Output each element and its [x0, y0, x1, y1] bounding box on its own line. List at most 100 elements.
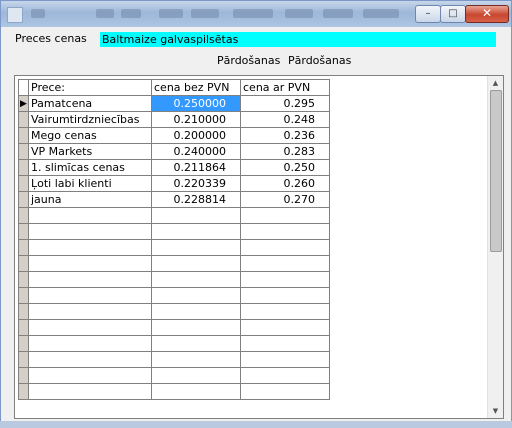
vertical-scrollbar[interactable]: ▲ ▼	[487, 76, 503, 418]
cell-gross-price[interactable]	[240, 383, 330, 400]
cell-prece[interactable]	[28, 255, 152, 272]
row-indicator[interactable]	[18, 367, 29, 384]
cell-prece[interactable]	[28, 351, 152, 368]
cell-prece[interactable]	[28, 383, 152, 400]
empty-row[interactable]	[18, 303, 330, 320]
cell-prece[interactable]	[28, 239, 152, 256]
cell-net-price[interactable]: 0.211864	[151, 159, 241, 176]
product-name-field[interactable]: Baltmaize galvaspilsētas	[100, 32, 496, 47]
cell-net-price[interactable]	[151, 383, 241, 400]
cell-net-price[interactable]: 0.220339	[151, 175, 241, 192]
cell-gross-price[interactable]: 0.295	[240, 95, 330, 112]
row-indicator[interactable]	[18, 111, 29, 128]
cell-net-price[interactable]	[151, 319, 241, 336]
cell-prece[interactable]	[28, 271, 152, 288]
cell-prece[interactable]	[28, 223, 152, 240]
cell-net-price[interactable]	[151, 335, 241, 352]
table-row[interactable]: 1. slimīcas cenas 0.211864 0.250	[18, 159, 330, 176]
row-indicator[interactable]	[18, 383, 29, 400]
row-indicator[interactable]	[18, 303, 29, 320]
cell-gross-price[interactable]	[240, 239, 330, 256]
table-row[interactable]: ▶ Pamatcena 0.250000 0.295	[18, 95, 330, 112]
cell-net-price[interactable]	[151, 287, 241, 304]
row-indicator[interactable]	[18, 287, 29, 304]
empty-row[interactable]	[18, 335, 330, 352]
cell-prece[interactable]: Ļoti labi klienti	[28, 175, 152, 192]
empty-row[interactable]	[18, 223, 330, 240]
cell-prece[interactable]: Mego cenas	[28, 127, 152, 144]
empty-row[interactable]	[18, 287, 330, 304]
cell-prece[interactable]: 1. slimīcas cenas	[28, 159, 152, 176]
cell-prece[interactable]: VP Markets	[28, 143, 152, 160]
table-row[interactable]: Vairumtirdzniecības 0.210000 0.248	[18, 111, 330, 128]
cell-gross-price[interactable]: 0.250	[240, 159, 330, 176]
empty-row[interactable]	[18, 239, 330, 256]
table-row[interactable]: Ļoti labi klienti 0.220339 0.260	[18, 175, 330, 192]
cell-net-price[interactable]	[151, 239, 241, 256]
row-indicator[interactable]	[18, 255, 29, 272]
cell-gross-price[interactable]	[240, 351, 330, 368]
minimize-button[interactable]: –	[415, 5, 441, 23]
empty-row[interactable]	[18, 271, 330, 288]
row-indicator[interactable]	[18, 319, 29, 336]
row-indicator[interactable]	[18, 127, 29, 144]
row-indicator[interactable]	[18, 351, 29, 368]
cell-gross-price[interactable]	[240, 287, 330, 304]
cell-gross-price[interactable]: 0.270	[240, 191, 330, 208]
table-row[interactable]: VP Markets 0.240000 0.283	[18, 143, 330, 160]
cell-gross-price[interactable]	[240, 223, 330, 240]
title-bar[interactable]: – □ ✕	[1, 1, 511, 27]
empty-row[interactable]	[18, 207, 330, 224]
column-header-gross[interactable]: cena ar PVN	[240, 79, 330, 96]
cell-net-price[interactable]: 0.210000	[151, 111, 241, 128]
cell-gross-price[interactable]	[240, 303, 330, 320]
cell-net-price[interactable]	[151, 255, 241, 272]
cell-prece[interactable]: Pamatcena	[28, 95, 152, 112]
row-indicator[interactable]	[18, 239, 29, 256]
cell-prece[interactable]	[28, 287, 152, 304]
empty-row[interactable]	[18, 319, 330, 336]
cell-net-price[interactable]: 0.228814	[151, 191, 241, 208]
cell-gross-price[interactable]	[240, 207, 330, 224]
cell-gross-price[interactable]: 0.248	[240, 111, 330, 128]
row-indicator[interactable]	[18, 271, 29, 288]
close-button[interactable]: ✕	[465, 5, 509, 23]
column-header-net[interactable]: cena bez PVN	[151, 79, 241, 96]
empty-row[interactable]	[18, 383, 330, 400]
row-indicator[interactable]: ▶	[18, 95, 29, 112]
cell-gross-price[interactable]: 0.236	[240, 127, 330, 144]
cell-prece[interactable]	[28, 303, 152, 320]
cell-net-price[interactable]: 0.200000	[151, 127, 241, 144]
cell-gross-price[interactable]	[240, 271, 330, 288]
cell-gross-price[interactable]	[240, 335, 330, 352]
cell-gross-price[interactable]	[240, 319, 330, 336]
cell-gross-price[interactable]: 0.283	[240, 143, 330, 160]
cell-net-price[interactable]	[151, 367, 241, 384]
cell-gross-price[interactable]	[240, 255, 330, 272]
cell-prece[interactable]: Vairumtirdzniecības	[28, 111, 152, 128]
price-grid[interactable]: Prece: cena bez PVN cena ar PVN ▶ Pamatce…	[14, 75, 504, 419]
cell-net-price[interactable]	[151, 303, 241, 320]
cell-prece[interactable]	[28, 367, 152, 384]
cell-prece[interactable]	[28, 335, 152, 352]
cell-gross-price[interactable]: 0.260	[240, 175, 330, 192]
table-row[interactable]: Mego cenas 0.200000 0.236	[18, 127, 330, 144]
row-indicator[interactable]	[18, 335, 29, 352]
row-indicator[interactable]	[18, 191, 29, 208]
cell-gross-price[interactable]	[240, 367, 330, 384]
cell-prece[interactable]	[28, 207, 152, 224]
empty-row[interactable]	[18, 367, 330, 384]
column-header-prece[interactable]: Prece:	[28, 79, 152, 96]
cell-net-price[interactable]	[151, 207, 241, 224]
row-indicator[interactable]	[18, 175, 29, 192]
row-indicator[interactable]	[18, 143, 29, 160]
empty-row[interactable]	[18, 351, 330, 368]
cell-net-price[interactable]	[151, 271, 241, 288]
cell-prece[interactable]	[28, 319, 152, 336]
table-row[interactable]: jauna 0.228814 0.270	[18, 191, 330, 208]
cell-net-price[interactable]	[151, 223, 241, 240]
row-indicator[interactable]	[18, 223, 29, 240]
cell-net-price[interactable]: 0.250000	[151, 95, 241, 112]
scroll-thumb[interactable]	[490, 90, 502, 252]
row-indicator[interactable]	[18, 159, 29, 176]
